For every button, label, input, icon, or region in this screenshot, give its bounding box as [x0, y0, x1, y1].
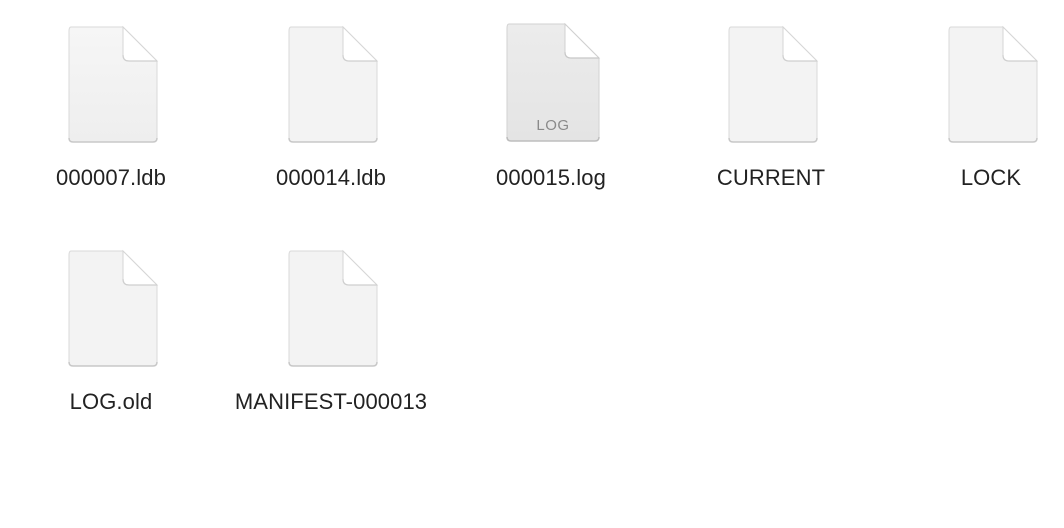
- document-icon: [287, 25, 379, 145]
- file-item-000007-ldb[interactable]: 000007.ldb: [1, 0, 221, 220]
- file-name-label: LOCK: [960, 165, 1022, 190]
- log-document-icon: LOG: [505, 22, 601, 144]
- file-type-tag: LOG: [536, 117, 569, 134]
- file-name-label: 000015.log: [496, 165, 606, 190]
- file-item-manifest-000013[interactable]: MANIFEST-000013: [221, 224, 441, 444]
- file-name-label: 000014.ldb: [276, 165, 386, 190]
- file-item-current[interactable]: CURRENT: [661, 0, 881, 220]
- file-icon-grid: 000007.ldb 000014.ldb LOG 000015.log CUR…: [0, 0, 1064, 528]
- file-item-000014-ldb[interactable]: 000014.ldb: [221, 0, 441, 220]
- file-name-label: 000007.ldb: [56, 165, 166, 190]
- file-item-lock[interactable]: LOCK: [881, 0, 1064, 220]
- document-icon: [947, 25, 1039, 145]
- file-item-000015-log[interactable]: LOG 000015.log: [441, 0, 661, 220]
- file-item-log-old[interactable]: LOG.old: [1, 224, 221, 444]
- document-icon: [287, 249, 379, 369]
- document-icon: [727, 25, 819, 145]
- document-icon: [67, 25, 159, 145]
- file-name-label: CURRENT: [716, 165, 826, 190]
- file-name-label: MANIFEST-000013: [234, 389, 428, 414]
- file-name-label: LOG.old: [69, 389, 153, 414]
- document-icon: [67, 249, 159, 369]
